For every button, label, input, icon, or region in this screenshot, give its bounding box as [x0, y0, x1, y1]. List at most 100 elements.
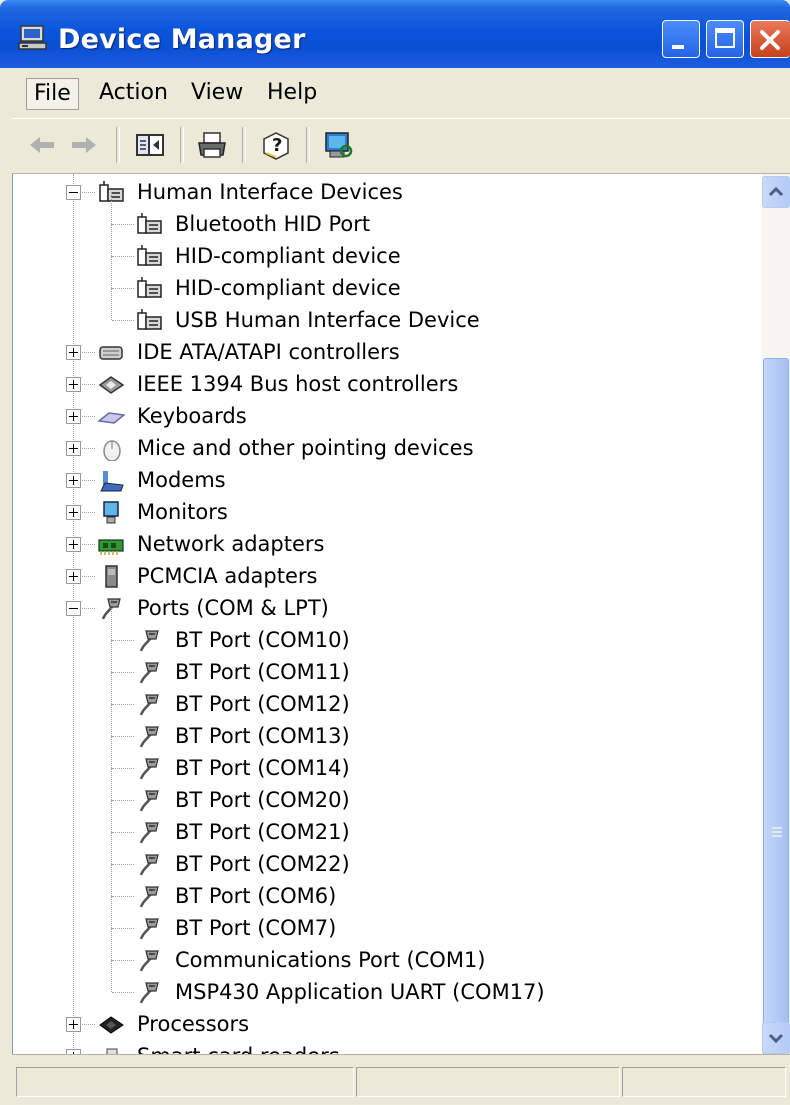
expander-glyph: [73, 1020, 74, 1029]
title-bar[interactable]: Device Manager: [0, 0, 790, 68]
svg-text:?: ?: [272, 135, 282, 156]
back-icon[interactable]: [26, 129, 58, 161]
tree-device[interactable]: BT Port (COM21): [13, 800, 763, 848]
tree-device[interactable]: USB Human Interface Device: [13, 288, 763, 336]
tree-device[interactable]: BT Port (COM22): [13, 832, 763, 880]
expand-icon[interactable]: [66, 1017, 81, 1032]
expand-icon[interactable]: [66, 345, 81, 360]
expander-glyph: [73, 348, 74, 357]
close-button[interactable]: [750, 20, 790, 58]
tree-device[interactable]: BT Port (COM12): [13, 672, 763, 720]
tree-category[interactable]: PCMCIA adapters: [13, 560, 763, 592]
expand-icon[interactable]: [66, 537, 81, 552]
expand-icon[interactable]: [66, 569, 81, 584]
toolbar-separator: [306, 127, 310, 163]
smart-card-reader-icon: [106, 1048, 118, 1054]
tree-device[interactable]: BT Port (COM20): [13, 768, 763, 816]
expander-glyph: [73, 476, 74, 485]
tree-category[interactable]: Keyboards: [13, 400, 763, 432]
tree-category[interactable]: IEEE 1394 Bus host controllers: [13, 368, 763, 400]
tree-device[interactable]: BT Port (COM7): [13, 896, 763, 944]
tree-line: [112, 928, 134, 929]
maximize-button[interactable]: [706, 20, 744, 58]
port-icon: [139, 918, 159, 940]
tree-device[interactable]: BT Port (COM10): [13, 608, 763, 656]
tree-device[interactable]: HID-compliant device: [13, 256, 763, 304]
tree-line: [112, 640, 134, 641]
tree-item-label: IEEE 1394 Bus host controllers: [137, 372, 459, 396]
minimize-button[interactable]: [662, 20, 700, 58]
tree-item-label: Smart card readers: [137, 1041, 340, 1054]
ieee1394-icon: [98, 376, 125, 394]
tree-item-label: BT Port (COM7): [175, 916, 337, 940]
ide-controller-icon: [99, 346, 123, 360]
scroll-down-button[interactable]: [762, 1022, 790, 1054]
print-icon[interactable]: [196, 129, 228, 161]
toolbar: ?: [12, 118, 790, 174]
menu-action-label: Action: [99, 80, 168, 105]
tree-category[interactable]: Mice and other pointing devices: [13, 432, 763, 464]
scroll-thumb[interactable]: [763, 358, 789, 1105]
show-hide-console-tree-icon[interactable]: [134, 129, 166, 161]
help-icon[interactable]: ?: [260, 129, 292, 161]
port-icon: [139, 886, 159, 908]
tree-category[interactable]: Ports (COM & LPT): [13, 592, 763, 624]
tree-line: [111, 288, 112, 320]
tree-category[interactable]: Network adapters: [13, 528, 763, 560]
tree-line: [112, 768, 134, 769]
port-icon: [139, 822, 159, 844]
scroll-up-button[interactable]: [762, 176, 790, 208]
menu-help[interactable]: Help: [260, 78, 324, 108]
expand-icon[interactable]: [66, 505, 81, 520]
collapse-icon[interactable]: [66, 185, 81, 200]
expand-icon[interactable]: [66, 409, 81, 424]
device-manager-window: Device Manager File Action View Help ? H…: [0, 0, 790, 1105]
forward-icon[interactable]: [68, 129, 100, 161]
tree-device[interactable]: Communications Port (COM1): [13, 928, 763, 976]
port-icon: [139, 694, 159, 716]
tree-line: [112, 320, 134, 321]
expand-icon[interactable]: [66, 473, 81, 488]
tree-category[interactable]: Monitors: [13, 496, 763, 528]
menu-view[interactable]: View: [184, 78, 250, 108]
hid-icon: [137, 309, 162, 330]
tree-category[interactable]: IDE ATA/ATAPI controllers: [13, 336, 763, 368]
tree-device[interactable]: Bluetooth HID Port: [13, 192, 763, 240]
tree-category[interactable]: Smart card readers: [13, 1040, 763, 1054]
tree-item-label: Bluetooth HID Port: [175, 212, 371, 236]
tree-item-label: BT Port (COM12): [175, 692, 350, 716]
tree-device[interactable]: BT Port (COM13): [13, 704, 763, 752]
tree-device[interactable]: BT Port (COM14): [13, 736, 763, 784]
tree-device[interactable]: HID-compliant device: [13, 224, 763, 272]
status-panel: [16, 1067, 354, 1097]
expand-icon[interactable]: [66, 441, 81, 456]
tree-item-label: BT Port (COM6): [175, 884, 337, 908]
tree-category[interactable]: Human Interface Devices: [13, 176, 763, 208]
menu-action[interactable]: Action: [92, 78, 175, 108]
chevron-up-icon: [768, 186, 784, 197]
tree-item-label: HID-compliant device: [175, 244, 401, 268]
minimize-icon: [672, 45, 684, 49]
expand-icon[interactable]: [66, 377, 81, 392]
mouse-icon: [103, 440, 121, 461]
tree-device[interactable]: BT Port (COM6): [13, 864, 763, 912]
hid-icon: [137, 245, 162, 266]
tree-item-label: HID-compliant device: [175, 276, 401, 300]
port-icon: [139, 982, 159, 1004]
collapse-icon[interactable]: [66, 601, 81, 616]
tree-item-label: BT Port (COM10): [175, 628, 350, 652]
menu-file[interactable]: File: [26, 78, 79, 110]
status-panel: [622, 1067, 786, 1097]
tree-item-label: Network adapters: [137, 532, 325, 556]
tree-category[interactable]: Modems: [13, 464, 763, 496]
tree-item-label: Processors: [137, 1012, 250, 1036]
tree-device[interactable]: MSP430 Application UART (COM17): [13, 960, 763, 1008]
status-bar: [12, 1054, 790, 1105]
device-tree[interactable]: Human Interface Devices Bluetooth HID Por…: [12, 174, 763, 1054]
tree-line: [82, 608, 95, 609]
scan-hardware-icon[interactable]: [322, 129, 354, 161]
tree-device[interactable]: BT Port (COM11): [13, 640, 763, 688]
tree-category[interactable]: Processors: [13, 1008, 763, 1040]
tree-line: [111, 960, 112, 992]
vertical-scrollbar[interactable]: [762, 174, 790, 1105]
